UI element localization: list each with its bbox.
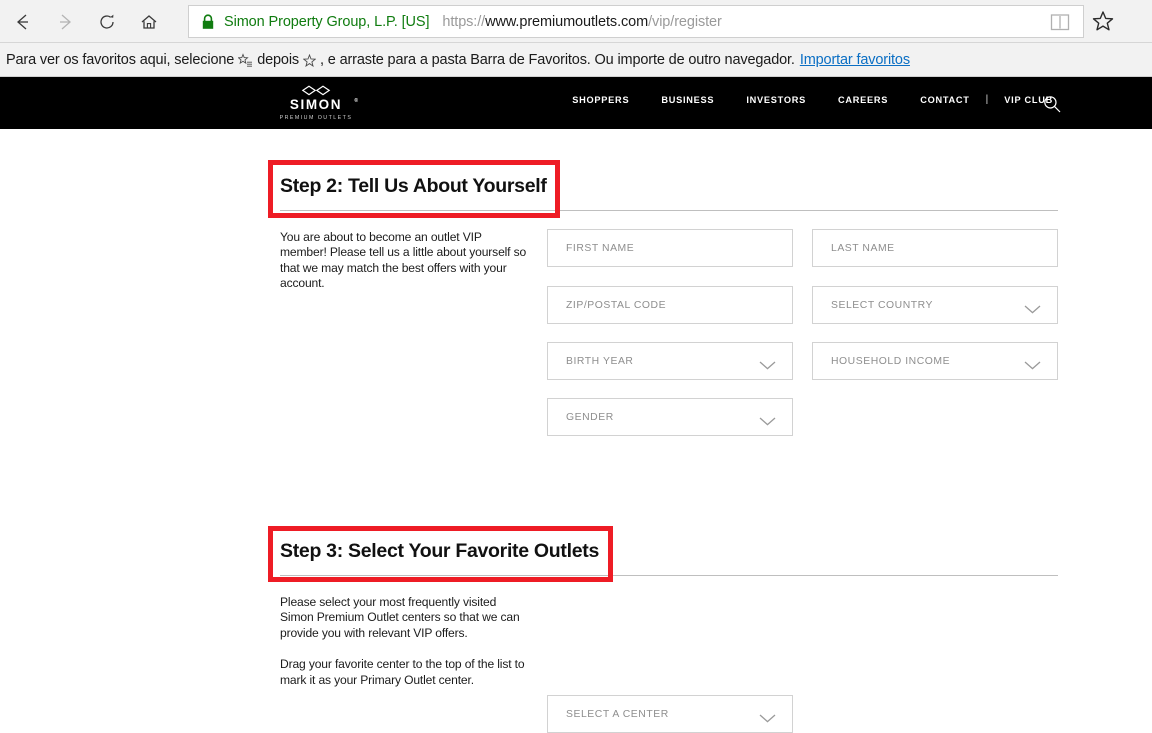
chevron-down-icon <box>759 413 776 431</box>
star-icon <box>1090 9 1116 34</box>
household-income-placeholder: HOUSEHOLD INCOME <box>831 356 950 367</box>
reload-icon <box>97 12 117 32</box>
nav-item-careers[interactable]: CAREERS <box>822 95 904 105</box>
first-name-field[interactable]: FIRST NAME <box>547 229 793 267</box>
main-navigation: SHOPPERS BUSINESS INVESTORS CAREERS CONT… <box>556 94 1069 105</box>
favorites-bar-text-middle: depois <box>257 52 299 68</box>
favorites-hub-icon <box>238 53 253 68</box>
double-diamond-icon <box>301 85 331 96</box>
select-country-dropdown[interactable]: SELECT COUNTRY <box>812 286 1058 324</box>
address-bar[interactable]: Simon Property Group, L.P. [US] https://… <box>188 5 1084 38</box>
chevron-down-icon <box>1024 301 1041 319</box>
logo-subtitle: PREMIUM OUTLETS <box>279 115 353 121</box>
import-favorites-link[interactable]: Importar favoritos <box>800 52 910 68</box>
search-icon <box>1042 94 1062 114</box>
back-arrow-icon <box>12 11 34 33</box>
logo-wordmark: SIMON® <box>279 98 353 112</box>
nav-separator: | <box>986 94 989 105</box>
favorites-bar: Para ver os favoritos aqui, selecione de… <box>0 43 1152 77</box>
first-name-placeholder: FIRST NAME <box>566 243 634 254</box>
simon-logo[interactable]: SIMON® PREMIUM OUTLETS <box>279 85 353 121</box>
birth-year-dropdown[interactable]: BIRTH YEAR <box>547 342 793 380</box>
url-path: /vip/register <box>648 14 722 30</box>
lock-icon <box>201 14 215 30</box>
select-a-center-dropdown[interactable]: SELECT A CENTER <box>547 695 793 733</box>
search-button[interactable] <box>1042 94 1062 114</box>
step-2-body-text: You are about to become an outlet VIP me… <box>280 230 530 292</box>
favorites-bar-text-before: Para ver os favoritos aqui, selecione <box>6 52 234 68</box>
nav-item-contact[interactable]: CONTACT <box>904 95 985 105</box>
site-header: SIMON® PREMIUM OUTLETS SHOPPERS BUSINESS… <box>0 77 1152 129</box>
last-name-placeholder: LAST NAME <box>831 243 895 254</box>
home-button[interactable] <box>134 7 164 37</box>
nav-item-business[interactable]: BUSINESS <box>645 95 730 105</box>
step-2-heading-wrap: Step 2: Tell Us About Yourself <box>280 175 547 198</box>
url-host: www.premiumoutlets.com <box>485 14 648 30</box>
step-3-body-text-primary: Please select your most frequently visit… <box>280 595 530 641</box>
browser-toolbar: Simon Property Group, L.P. [US] https://… <box>0 0 1152 43</box>
step-2-heading-rule <box>280 210 1058 211</box>
add-favorite-button[interactable] <box>1090 9 1118 35</box>
reading-view-icon[interactable] <box>1049 12 1071 38</box>
zip-postal-code-field[interactable]: ZIP/POSTAL CODE <box>547 286 793 324</box>
chevron-down-icon <box>759 357 776 375</box>
chevron-down-icon <box>1024 357 1041 375</box>
step-3-heading-wrap: Step 3: Select Your Favorite Outlets <box>280 540 599 563</box>
gender-placeholder: GENDER <box>566 412 614 423</box>
step-3-body-text-secondary: Drag your favorite center to the top of … <box>280 657 530 688</box>
forward-button[interactable] <box>50 7 80 37</box>
nav-item-shoppers[interactable]: SHOPPERS <box>556 95 645 105</box>
url-scheme: https:// <box>442 14 485 30</box>
url-text: https://www.premiumoutlets.com/vip/regis… <box>442 14 721 30</box>
forward-arrow-icon <box>54 11 76 33</box>
logo-word-text: SIMON <box>290 97 342 112</box>
reload-button[interactable] <box>92 7 122 37</box>
favorites-bar-text-after: , e arraste para a pasta Barra de Favori… <box>320 52 795 68</box>
step-2-body-column: You are about to become an outlet VIP me… <box>280 230 530 292</box>
site-identity-label: Simon Property Group, L.P. [US] <box>224 14 429 30</box>
zip-postal-code-placeholder: ZIP/POSTAL CODE <box>566 300 666 311</box>
star-icon <box>303 54 316 67</box>
step-3-heading: Step 3: Select Your Favorite Outlets <box>280 540 599 563</box>
logo-registered-mark: ® <box>354 99 358 104</box>
select-a-center-placeholder: SELECT A CENTER <box>566 709 669 720</box>
household-income-dropdown[interactable]: HOUSEHOLD INCOME <box>812 342 1058 380</box>
last-name-field[interactable]: LAST NAME <box>812 229 1058 267</box>
step-3-body-column: Please select your most frequently visit… <box>280 595 530 688</box>
back-button[interactable] <box>8 7 38 37</box>
home-icon <box>138 11 160 33</box>
nav-item-investors[interactable]: INVESTORS <box>730 95 822 105</box>
step-3-heading-rule <box>280 575 1058 576</box>
step-2-heading: Step 2: Tell Us About Yourself <box>280 175 547 198</box>
select-country-placeholder: SELECT COUNTRY <box>831 300 933 311</box>
birth-year-placeholder: BIRTH YEAR <box>566 356 633 367</box>
chevron-down-icon <box>759 710 776 728</box>
gender-dropdown[interactable]: GENDER <box>547 398 793 436</box>
